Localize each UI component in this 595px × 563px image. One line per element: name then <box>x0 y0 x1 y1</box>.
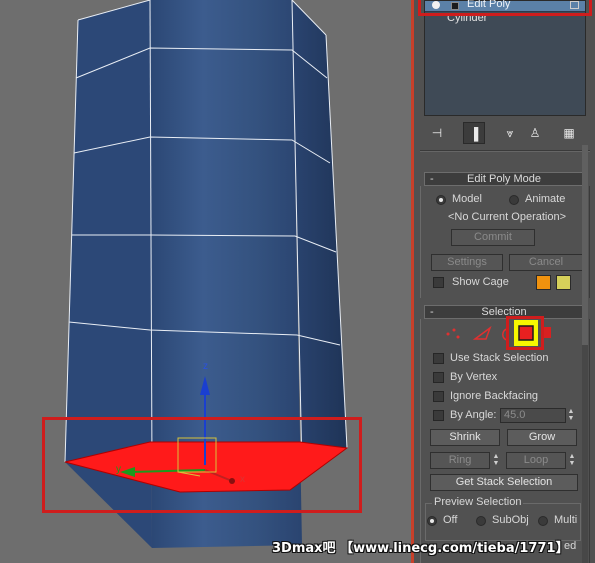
ignore-backfacing-label: Ignore Backfacing <box>450 390 539 402</box>
panel-divider <box>420 150 590 152</box>
by-angle-checkbox[interactable] <box>433 410 444 421</box>
cage-color-swatch[interactable] <box>536 275 551 290</box>
watermark-text: 3Dmax吧 【www.linecg.com/tieba/1771】 <box>272 541 569 556</box>
preview-multi-label: Multi <box>554 514 578 526</box>
by-angle-label: By Angle: <box>450 409 497 421</box>
show-end-result-icon[interactable]: ▐ <box>463 122 485 144</box>
grow-button[interactable]: Grow <box>507 429 577 446</box>
modifier-toggle-icon[interactable] <box>570 1 579 9</box>
collapse-icon: - <box>430 173 434 185</box>
shrink-button[interactable]: Shrink <box>430 429 500 446</box>
show-cage-label: Show Cage <box>452 276 509 288</box>
stack-item-cylinder[interactable]: Cylinder <box>447 12 487 24</box>
animate-radio[interactable] <box>509 195 519 205</box>
animate-label: Animate <box>525 193 566 205</box>
stack-item-edit-poly[interactable]: Edit Poly <box>425 0 585 12</box>
modifier-stack-toolbar: ⊣ ▐ ⩔ ♙ ▦ <box>424 122 589 144</box>
subobject-level-icons <box>446 320 551 346</box>
use-stack-selection-label: Use Stack Selection <box>450 352 549 364</box>
use-stack-selection-checkbox[interactable] <box>433 353 444 364</box>
commit-button[interactable]: Commit <box>451 229 535 246</box>
edge-icon <box>472 325 492 340</box>
expand-icon[interactable] <box>451 2 459 10</box>
pin-stack-icon[interactable]: ⊣ <box>426 122 448 144</box>
current-operation-text: <No Current Operation> <box>448 211 567 223</box>
gizmo-y-label: y <box>116 464 121 475</box>
preview-off-label: Off <box>443 514 458 526</box>
configure-modifier-sets-icon[interactable]: ▦ <box>558 122 580 144</box>
cancel-button[interactable]: Cancel <box>509 254 583 271</box>
selection-rollout-header[interactable]: - Selection <box>424 305 584 319</box>
command-panel: Edit Poly Cylinder ⊣ ▐ ⩔ ♙ ▦ - Edit Poly… <box>414 0 595 563</box>
loop-button[interactable]: Loop <box>506 452 566 469</box>
get-stack-selection-button[interactable]: Get Stack Selection <box>430 474 578 491</box>
preview-subobj-radio[interactable] <box>476 516 486 526</box>
preview-subobj-label: SubObj <box>492 514 529 526</box>
preview-off-radio[interactable] <box>427 516 437 526</box>
preview-selection-title: Preview Selection <box>432 496 524 508</box>
perspective-viewport[interactable]: z y x <box>0 0 411 563</box>
modifier-stack-list[interactable]: Edit Poly Cylinder <box>424 0 586 116</box>
loop-spinner-icon[interactable]: ▲ ▼ <box>568 453 576 468</box>
polygon-icon <box>514 320 538 346</box>
element-icon <box>542 327 551 338</box>
border-icon <box>502 328 509 341</box>
ring-button[interactable]: Ring <box>430 452 490 469</box>
gizmo-x-label: x <box>240 474 245 485</box>
selected-cage-color-swatch[interactable] <box>556 275 571 290</box>
spinner-arrows-icon[interactable]: ▲ ▼ <box>567 408 575 423</box>
ignore-backfacing-checkbox[interactable] <box>433 391 444 402</box>
collapse-icon: - <box>430 306 434 318</box>
by-angle-spinner[interactable]: 45.0 <box>500 408 566 423</box>
make-unique-icon[interactable]: ⩔ <box>499 122 521 144</box>
preview-multi-radio[interactable] <box>538 516 548 526</box>
gizmo-z-label: z <box>203 361 208 372</box>
cylinder-mesh: z y x <box>64 0 349 548</box>
vertex-icon <box>446 328 460 339</box>
edit-poly-mode-rollout-header[interactable]: - Edit Poly Mode <box>424 172 584 186</box>
model-radio[interactable] <box>436 195 446 205</box>
by-vertex-label: By Vertex <box>450 371 498 383</box>
ring-spinner-icon[interactable]: ▲ ▼ <box>492 453 500 468</box>
rollout-title: Edit Poly Mode <box>467 173 541 185</box>
lightbulb-icon[interactable] <box>432 1 440 9</box>
scrollbar-thumb[interactable] <box>582 145 588 345</box>
stack-item-label: Edit Poly <box>467 0 511 10</box>
show-cage-checkbox[interactable] <box>433 277 444 288</box>
by-vertex-checkbox[interactable] <box>433 372 444 383</box>
command-panel-scrollbar[interactable] <box>582 145 588 563</box>
model-label: Model <box>452 193 482 205</box>
remove-modifier-icon[interactable]: ♙ <box>524 122 546 144</box>
rollout-title: Selection <box>481 306 527 318</box>
settings-button[interactable]: Settings <box>431 254 503 271</box>
